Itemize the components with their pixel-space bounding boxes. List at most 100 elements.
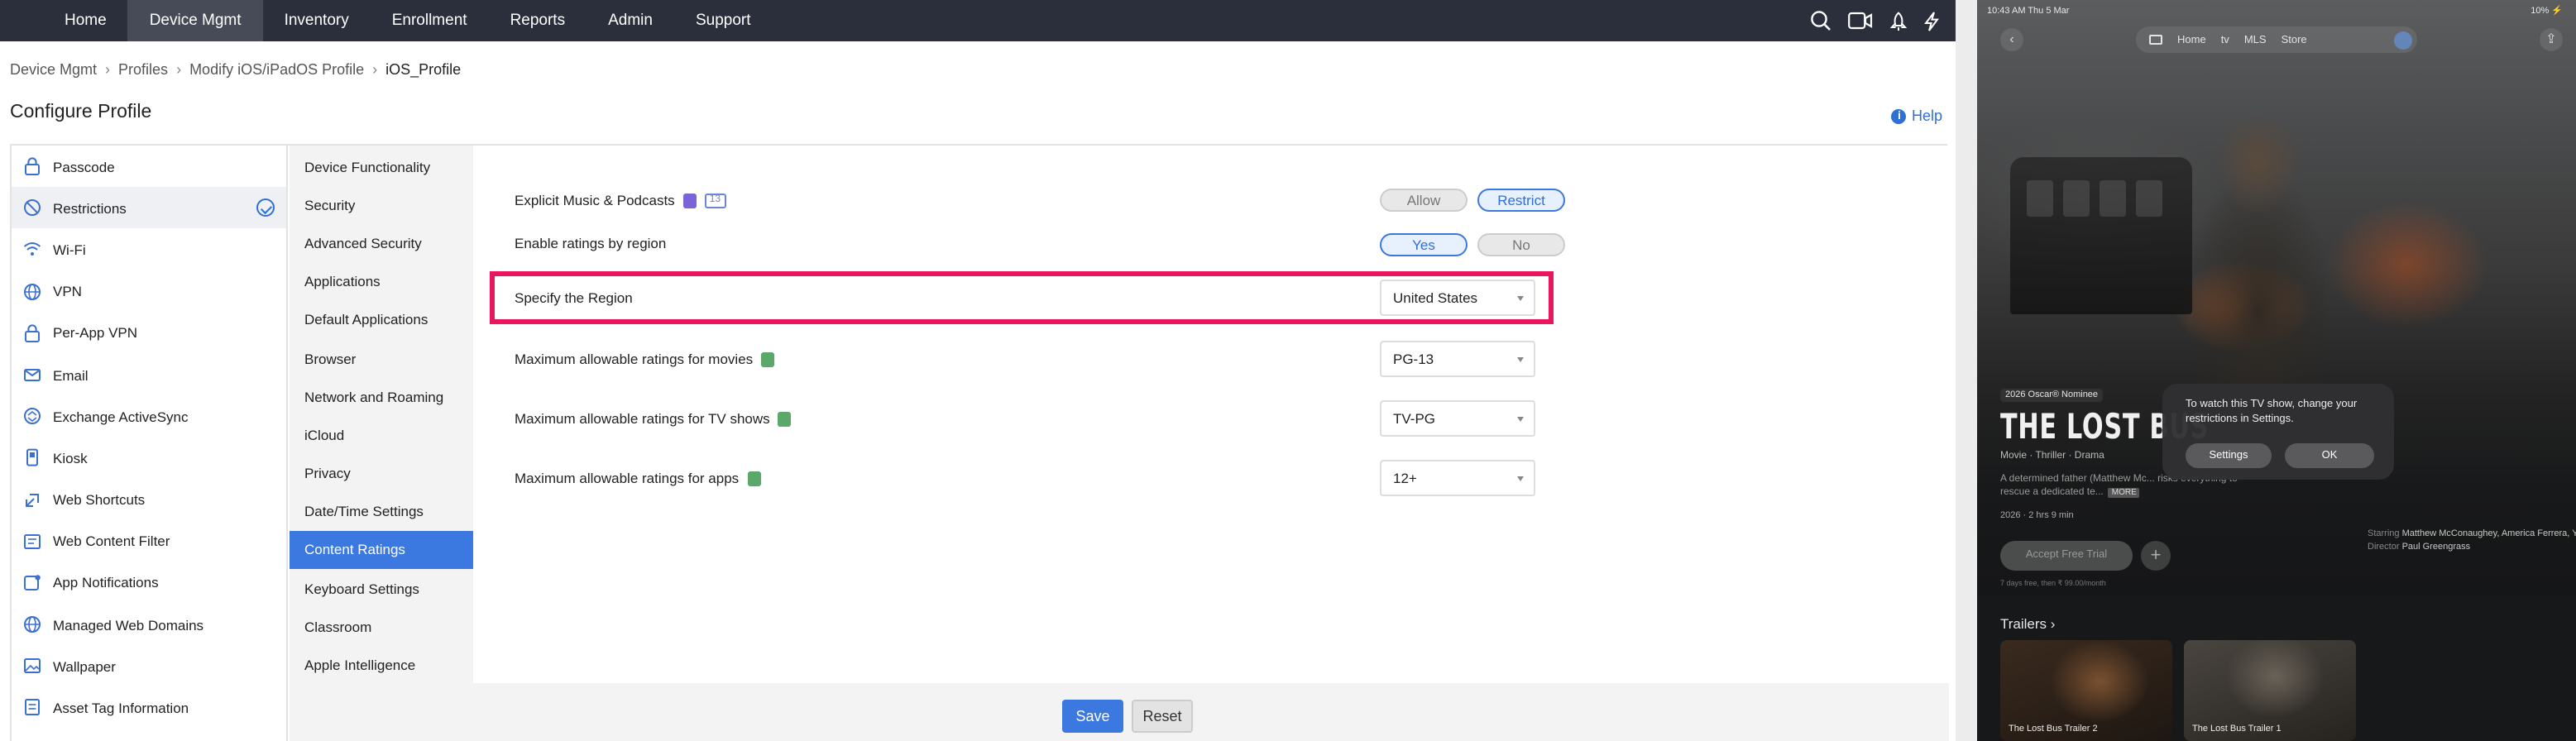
- ratings-region-label: Enable ratings by region: [515, 235, 667, 251]
- sidebar-item-web-content-filter[interactable]: Web Content Filter: [12, 520, 286, 562]
- sidebar-item-restrictions[interactable]: Restrictions: [12, 187, 286, 229]
- lightning-icon[interactable]: [1924, 11, 1939, 31]
- category-network-and-roaming[interactable]: Network and Roaming: [290, 377, 473, 415]
- trailer-thumbnail[interactable]: The Lost Bus Trailer 1: [2184, 640, 2356, 741]
- profile-panel: Passcode Restrictions Wi-Fi VPN Per-App VPN E…: [10, 144, 1949, 741]
- help-label: Help: [1911, 108, 1942, 124]
- split-view-divider[interactable]: [1956, 0, 1977, 741]
- no-option[interactable]: No: [1477, 233, 1565, 256]
- checkmark-icon: [256, 198, 275, 218]
- chevron-down-icon: [1517, 296, 1524, 301]
- tab-store[interactable]: Store: [2282, 34, 2307, 45]
- form-footer: Save Reset: [473, 683, 1949, 741]
- explicit-music-row: Explicit Music & Podcasts 13: [515, 184, 726, 217]
- add-to-list-icon[interactable]: +: [2141, 541, 2171, 571]
- alert-ok-button[interactable]: OK: [2285, 443, 2374, 468]
- category-applications[interactable]: Applications: [290, 262, 473, 300]
- category-date-time-settings[interactable]: Date/Time Settings: [290, 492, 473, 530]
- nav-support[interactable]: Support: [674, 0, 773, 41]
- accept-free-trial-button[interactable]: Accept Free Trial: [2000, 541, 2133, 571]
- category-device-functionality[interactable]: Device Functionality: [290, 147, 473, 185]
- movies-rating-select[interactable]: PG-13: [1380, 341, 1535, 377]
- reset-button[interactable]: Reset: [1132, 700, 1193, 733]
- category-browser[interactable]: Browser: [290, 339, 473, 377]
- trailers-heading[interactable]: Trailers ›: [2000, 615, 2055, 632]
- rocket-icon[interactable]: [1889, 11, 1908, 31]
- sidebar-item-kiosk[interactable]: Kiosk: [12, 437, 286, 479]
- sidebar-item-per-app-vpn[interactable]: Per-App VPN: [12, 313, 286, 354]
- category-keyboard-settings[interactable]: Keyboard Settings: [290, 569, 473, 607]
- sidebar-item-passcode[interactable]: Passcode: [12, 146, 286, 187]
- bus-silhouette: [2010, 157, 2192, 314]
- trailer-title: The Lost Bus Trailer 1: [2192, 724, 2282, 734]
- category-security[interactable]: Security: [290, 185, 473, 223]
- sidebar-item-wi-fi[interactable]: Wi-Fi: [12, 229, 286, 270]
- movies-rating-value: PG-13: [1393, 351, 1434, 367]
- region-select[interactable]: United States: [1380, 280, 1535, 316]
- explicit-music-label: Explicit Music & Podcasts: [515, 192, 675, 208]
- tv-rating-label: Maximum allowable ratings for TV shows: [515, 410, 770, 427]
- globe-icon: [23, 615, 41, 633]
- category-apple-intelligence[interactable]: Apple Intelligence: [290, 646, 473, 684]
- search-icon[interactable]: [2394, 31, 2412, 49]
- hero-image: [1977, 0, 2576, 595]
- credits: Starring Matthew McConaughey, America Fe…: [2368, 529, 2576, 552]
- sidebar-item-web-shortcuts[interactable]: Web Shortcuts: [12, 479, 286, 520]
- battery-status: 10% ⚡: [2531, 7, 2563, 17]
- apps-rating-select[interactable]: 12+: [1380, 460, 1535, 496]
- sidebar-item-managed-web-domains[interactable]: Managed Web Domains: [12, 604, 286, 645]
- sidebar-icon[interactable]: [2149, 35, 2162, 45]
- tab-mls[interactable]: MLS: [2244, 34, 2267, 45]
- top-navigation-bar: Home Device Mgmt Inventory Enrollment Re…: [0, 0, 1956, 41]
- breadcrumb-device-mgmt[interactable]: Device Mgmt: [10, 61, 97, 78]
- help-link[interactable]: i Help: [1891, 108, 1942, 124]
- nav-admin[interactable]: Admin: [587, 0, 674, 41]
- nav-reports[interactable]: Reports: [489, 0, 587, 41]
- sidebar-item-label: Kiosk: [53, 449, 88, 466]
- tab-apple-tv[interactable]: tv: [2221, 34, 2229, 45]
- trailer-thumbnail[interactable]: The Lost Bus Trailer 2: [2000, 640, 2172, 741]
- alert-settings-button[interactable]: Settings: [2186, 443, 2272, 468]
- allow-option[interactable]: Allow: [1380, 189, 1468, 212]
- nav-enrollment[interactable]: Enrollment: [371, 0, 489, 41]
- restrict-option[interactable]: Restrict: [1477, 189, 1565, 212]
- back-icon[interactable]: ‹: [2000, 28, 2023, 51]
- category-privacy[interactable]: Privacy: [290, 454, 473, 492]
- category-classroom[interactable]: Classroom: [290, 608, 473, 646]
- more-button[interactable]: MORE: [2108, 488, 2140, 498]
- sidebar-item-email[interactable]: Email: [12, 354, 286, 395]
- nav-home[interactable]: Home: [43, 0, 128, 41]
- category-content-ratings[interactable]: Content Ratings: [290, 530, 473, 570]
- sidebar-item-vpn[interactable]: VPN: [12, 270, 286, 312]
- ipad-apple-tv: 10:43 AM Thu 5 Mar 10% ⚡ ‹ Home tv MLS S…: [1977, 0, 2576, 741]
- sidebar-item-exchange-activesync[interactable]: Exchange ActiveSync: [12, 395, 286, 437]
- nav-inventory[interactable]: Inventory: [263, 0, 371, 41]
- chevron-right-icon: ›: [105, 61, 111, 78]
- save-button[interactable]: Save: [1062, 700, 1123, 733]
- chevron-right-icon: ›: [372, 61, 378, 78]
- breadcrumb-profiles[interactable]: Profiles: [118, 61, 168, 78]
- tab-home[interactable]: Home: [2177, 34, 2206, 45]
- sidebar-item-asset-tag-information[interactable]: Asset Tag Information: [12, 687, 286, 729]
- sidebar-item-label: Restrictions: [53, 199, 127, 217]
- sidebar-item-app-notifications[interactable]: App Notifications: [12, 562, 286, 604]
- breadcrumb: Device Mgmt › Profiles › Modify iOS/iPad…: [10, 61, 461, 78]
- movies-rating-row: Maximum allowable ratings for movies: [515, 342, 775, 375]
- sidebar-item-wallpaper[interactable]: Wallpaper: [12, 646, 286, 687]
- category-icloud[interactable]: iCloud: [290, 416, 473, 454]
- nav-device-mgmt[interactable]: Device Mgmt: [127, 0, 263, 41]
- video-icon[interactable]: [1848, 12, 1873, 30]
- breadcrumb-modify-profile[interactable]: Modify iOS/iPadOS Profile: [189, 61, 364, 78]
- yes-option[interactable]: Yes: [1380, 233, 1468, 256]
- kiosk-icon: [23, 449, 41, 467]
- shortcut-icon: [23, 490, 41, 509]
- notification-icon: [23, 574, 41, 592]
- apps-rating-label: Maximum allowable ratings for apps: [515, 470, 740, 486]
- device-badge-icon: [778, 411, 792, 426]
- restriction-icon: [23, 198, 41, 217]
- category-default-applications[interactable]: Default Applications: [290, 301, 473, 339]
- share-icon[interactable]: ⇪: [2540, 28, 2563, 51]
- tv-rating-select[interactable]: TV-PG: [1380, 400, 1535, 437]
- category-advanced-security[interactable]: Advanced Security: [290, 224, 473, 262]
- search-icon[interactable]: [1810, 10, 1831, 31]
